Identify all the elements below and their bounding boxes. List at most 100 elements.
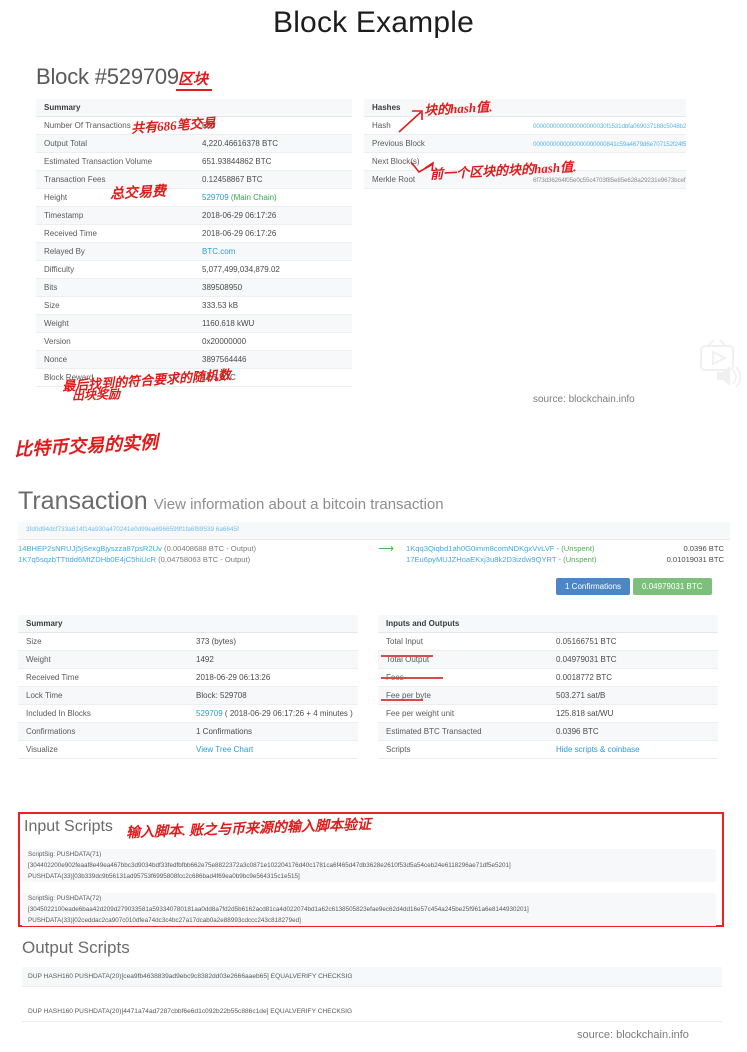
row-value: 0.04979031 BTC [548, 650, 718, 669]
row-label: Hash [364, 116, 525, 135]
row-label: Next Block(s) [364, 152, 525, 171]
input-cell: 14BHEP2sNRUJj5jSexgBjyszza87psR2Uv (0.00… [18, 544, 366, 553]
row-label: Height [36, 188, 194, 207]
input-address-link[interactable]: 14BHEP2sNRUJj5jSexgBjyszza87psR2Uv [18, 544, 162, 553]
transaction-badges: 1 Confirmations 0.04979031 BTC [556, 578, 712, 595]
output-status: (Unspent) [561, 544, 595, 553]
script-line: [304402200e902feaaf8e49ea467bbc3d9034bdf… [28, 862, 511, 869]
transaction-hash-link[interactable]: 3fd0d94dcf733a614f14a930a470241e0d99ea69… [26, 526, 239, 533]
input-detail: (0.00408688 BTC - Output) [164, 544, 257, 553]
row-label: Estimated Transaction Volume [36, 152, 194, 171]
annotation-arrow-previous-block [410, 161, 435, 174]
row-label: Difficulty [36, 260, 194, 279]
row-label: Included In Blocks [18, 704, 188, 723]
table-row: Fee per weight unit 125.818 sat/WU [378, 704, 718, 723]
table-row: Size 333.53 kB [36, 296, 352, 315]
table-row: Total Output 0.04979031 BTC [378, 650, 718, 669]
table-header-row: Summary [36, 99, 352, 117]
row-value: 529709 ( 2018-06-29 06:17:26 + 4 minutes… [188, 704, 358, 723]
output-cell: 1Kqq3Qiqbd1ah0G0imm8comNDKgxVvLVF - (Uns… [406, 544, 595, 553]
block-summary-table: Summary Number Of Transactions 686 Outpu… [36, 99, 352, 387]
table-row: Height 529709 (Main Chain) [36, 188, 352, 207]
row-value: 1492 [188, 650, 358, 669]
view-tree-chart-link[interactable]: View Tree Chart [196, 745, 253, 754]
row-label: Number Of Transactions [36, 116, 194, 135]
table-row: Received Time 2018-06-29 06:13:26 [18, 668, 358, 687]
row-label: Weight [36, 314, 194, 333]
table-row: Nonce 3897564446 [36, 350, 352, 369]
previous-block-hash-link[interactable]: 0000000000000000000000841c59a4679d6e7071… [533, 141, 686, 148]
row-value: 651.93844862 BTC [194, 152, 352, 171]
output-script-row: DUP HASH160 PUSHDATA(20)[4471a74ad7287cb… [22, 1002, 722, 1022]
row-value [525, 152, 686, 171]
output-address-link[interactable]: 17Eu6pyMUJZHoaEKxj3u8k2D3izdw9QYRT [406, 555, 556, 564]
input-cell: 1K7q5sqzbTTttdd6MtZDHb0E4jC5hiUcR (0.047… [18, 555, 366, 564]
transfer-arrow-icon: ⟶ [378, 543, 394, 555]
table-row: Transaction Fees 0.12458867 BTC [36, 170, 352, 189]
row-label: Size [36, 296, 194, 315]
block-hash-link[interactable]: 0000000000000000000030f1531dbfa069037188… [533, 123, 686, 130]
row-label: Output Total [36, 134, 194, 153]
source-note-transaction: source: blockchain.info [577, 1029, 689, 1041]
script-line: [3045022100eade6baa42d209d279033581a5933… [28, 906, 529, 913]
included-block-link[interactable]: 529709 [196, 709, 223, 718]
table-row: Visualize View Tree Chart [18, 740, 358, 759]
output-scripts-heading: Output Scripts [22, 938, 130, 957]
inputs-outputs-header: Inputs and Outputs [378, 615, 718, 633]
table-row: Number Of Transactions 686 [36, 116, 352, 135]
row-label: Total Input [378, 632, 548, 651]
row-label: Timestamp [36, 206, 194, 225]
annotation-bitcoin-transaction: 比特币交易的实例 [13, 432, 159, 460]
annotation-underline-total-input [381, 655, 433, 657]
table-row: Weight 1160.618 kWU [36, 314, 352, 333]
block-height-link[interactable]: 529709 [202, 193, 229, 202]
annotation-arrow-hash [398, 110, 423, 133]
table-row: Estimated BTC Transacted 0.0396 BTC [378, 722, 718, 741]
row-label: Confirmations [18, 722, 188, 741]
row-value: 2018-06-29 06:17:26 [194, 206, 352, 225]
table-row: Difficulty 5,077,499,034,879.02 [36, 260, 352, 279]
total-amount-badge[interactable]: 0.04979031 BTC [633, 578, 712, 595]
script-line: PUSHDATA(33)[02ceddac2ca907c010dfea74dc3… [28, 917, 301, 924]
video-speaker-watermark-icon [700, 339, 742, 388]
transaction-title: Transaction [18, 487, 148, 515]
included-block-time: ( 2018-06-29 06:17:26 + 4 minutes ) [222, 709, 353, 718]
relayed-by-link[interactable]: BTC.com [202, 247, 235, 256]
row-value: 3897564446 [194, 350, 352, 369]
row-label: Merkle Root [364, 170, 525, 189]
output-amount: 0.01019031 BTC [666, 555, 724, 564]
row-value: 1 Confirmations [188, 722, 358, 741]
input-address-link[interactable]: 1K7q5sqzbTTttdd6MtZDHb0E4jC5hiUcR [18, 555, 156, 564]
row-value: 2018-06-29 06:13:26 [188, 668, 358, 687]
source-note-block: source: blockchain.info [533, 394, 635, 405]
row-label: Transaction Fees [36, 170, 194, 189]
row-value: Block: 529708 [188, 686, 358, 705]
row-value: Hide scripts & coinbase [548, 740, 718, 759]
row-label: Fee per weight unit [378, 704, 548, 723]
table-header-row: Inputs and Outputs [378, 615, 718, 633]
table-row: Bits 389508950 [36, 278, 352, 297]
row-value: 0.0018772 BTC [548, 668, 718, 687]
row-value: 5,077,499,034,879.02 [194, 260, 352, 279]
row-value: 389508950 [194, 278, 352, 297]
script-block: ScriptSig: PUSHDATA(72) [3045022100eade6… [22, 893, 716, 926]
row-label: Nonce [36, 350, 194, 369]
output-address-link[interactable]: 1Kqq3Qiqbd1ah0G0imm8comNDKgxVvLVF [406, 544, 554, 553]
hide-scripts-link[interactable]: Hide scripts & coinbase [556, 745, 640, 754]
row-label: Fee per byte [378, 686, 548, 705]
row-label: Visualize [18, 740, 188, 759]
confirmations-badge[interactable]: 1 Confirmations [556, 578, 631, 595]
row-value: 0.0396 BTC [548, 722, 718, 741]
row-label: Total Output [378, 650, 548, 669]
table-row: Output Total 4,220.46616378 BTC [36, 134, 352, 153]
row-label: Block Reward [36, 368, 194, 387]
row-label: Received Time [36, 224, 194, 243]
table-row: Received Time 2018-06-29 06:17:26 [36, 224, 352, 243]
row-value: 1160.618 kWU [194, 314, 352, 333]
annotation-underline-total-output [381, 677, 443, 679]
io-row: 14BHEP2sNRUJj5jSexgBjyszza87psR2Uv (0.00… [18, 544, 730, 555]
row-value: 0000000000000000000030f1531dbfa069037188… [525, 116, 686, 135]
table-row: Confirmations 1 Confirmations [18, 722, 358, 741]
row-label: Bits [36, 278, 194, 297]
row-value: 0x20000000 [194, 332, 352, 351]
